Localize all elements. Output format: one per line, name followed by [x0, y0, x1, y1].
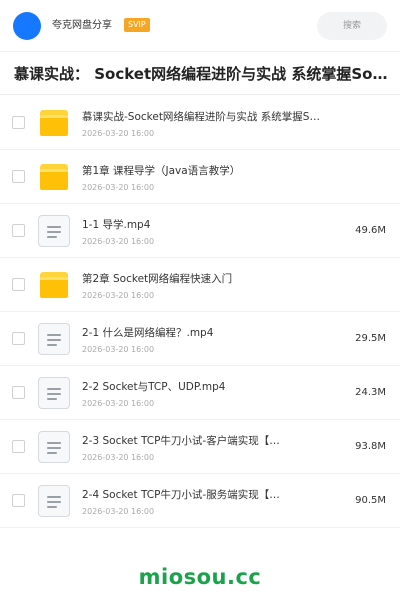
file-size: 24.3M: [355, 387, 386, 398]
file-name: 1-1 导学.mp4: [82, 219, 151, 231]
file-icon: [38, 323, 70, 355]
file-size: 93.8M: [355, 441, 386, 452]
file-date: 2026-03-20 16:00: [82, 129, 155, 138]
folder-icon: [38, 269, 70, 301]
file-icon: [38, 431, 70, 463]
file-name: 第2章 Socket网络编程快速入门: [82, 273, 233, 285]
folder-icon: [38, 161, 70, 193]
app-name: 夸克网盘分享: [52, 20, 112, 31]
select-checkbox[interactable]: [12, 440, 25, 453]
page-title: 慕课实战： Socket网络编程进阶与实战 系统掌握Socket核心技术: [14, 65, 396, 83]
file-row[interactable]: 慕课实战-Socket网络编程进阶与实战 系统掌握Socket核心技术 2026-…: [0, 96, 400, 150]
file-size: 49.6M: [355, 225, 386, 236]
file-date: 2026-03-20 16:00: [82, 291, 155, 300]
file-name: 2-4 Socket TCP牛刀小试-服务端实现【…: [82, 489, 280, 501]
select-checkbox[interactable]: [12, 224, 25, 237]
avatar[interactable]: [13, 12, 41, 40]
file-icon: [38, 377, 70, 409]
file-row[interactable]: 1-1 导学.mp4 2026-03-20 16:00 49.6M: [0, 204, 400, 258]
select-checkbox[interactable]: [12, 386, 25, 399]
search-button[interactable]: 搜索: [317, 12, 387, 40]
file-row[interactable]: 第2章 Socket网络编程快速入门 2026-03-20 16:00: [0, 258, 400, 312]
file-row[interactable]: 2-3 Socket TCP牛刀小试-客户端实现【… 2026-03-20 16:…: [0, 420, 400, 474]
file-name: 第1章 课程导学（Java语言教学）: [82, 165, 241, 177]
file-icon: [38, 215, 70, 247]
file-name: 慕课实战-Socket网络编程进阶与实战 系统掌握Socket核心技术: [82, 111, 322, 123]
file-name: 2-3 Socket TCP牛刀小试-客户端实现【…: [82, 435, 280, 447]
file-row[interactable]: 2-1 什么是网络编程？.mp4 2026-03-20 16:00 29.5M: [0, 312, 400, 366]
folder-icon: [38, 107, 70, 139]
file-size: 90.5M: [355, 495, 386, 506]
file-date: 2026-03-20 16:00: [82, 345, 155, 354]
file-date: 2026-03-20 16:00: [82, 507, 155, 516]
watermark: miosou.cc: [138, 565, 262, 589]
select-checkbox[interactable]: [12, 332, 25, 345]
file-icon: [38, 485, 70, 517]
file-date: 2026-03-20 16:00: [82, 453, 155, 462]
svip-badge: SVIP: [124, 18, 150, 32]
file-list: 慕课实战-Socket网络编程进阶与实战 系统掌握Socket核心技术 2026-…: [0, 96, 400, 528]
select-checkbox[interactable]: [12, 278, 25, 291]
select-checkbox[interactable]: [12, 116, 25, 129]
file-date: 2026-03-20 16:00: [82, 399, 155, 408]
header: 夸克网盘分享 SVIP 搜索: [0, 0, 400, 52]
file-row[interactable]: 第1章 课程导学（Java语言教学） 2026-03-20 16:00: [0, 150, 400, 204]
file-name: 2-2 Socket与TCP、UDP.mp4: [82, 381, 226, 393]
select-checkbox[interactable]: [12, 494, 25, 507]
file-name: 2-1 什么是网络编程？.mp4: [82, 327, 214, 339]
file-date: 2026-03-20 16:00: [82, 183, 155, 192]
file-size: 29.5M: [355, 333, 386, 344]
file-row[interactable]: 2-2 Socket与TCP、UDP.mp4 2026-03-20 16:00 24…: [0, 366, 400, 420]
title-bar: 慕课实战： Socket网络编程进阶与实战 系统掌握Socket核心技术: [0, 53, 400, 95]
file-row[interactable]: 2-4 Socket TCP牛刀小试-服务端实现【… 2026-03-20 16:…: [0, 474, 400, 528]
select-checkbox[interactable]: [12, 170, 25, 183]
file-date: 2026-03-20 16:00: [82, 237, 155, 246]
